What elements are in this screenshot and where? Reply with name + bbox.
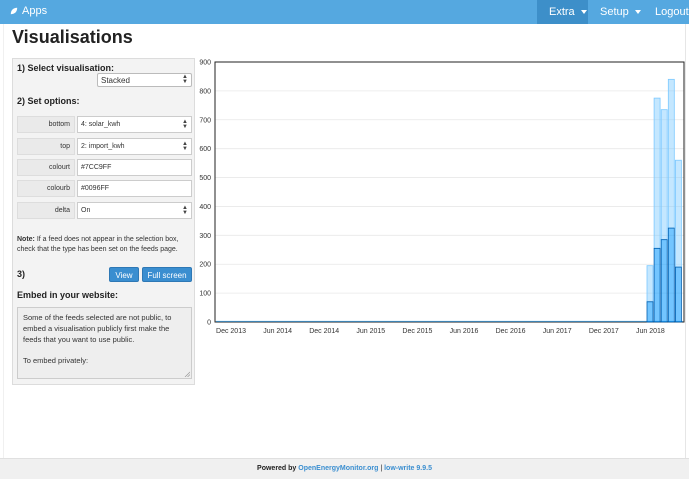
bar-top-segment <box>667 78 675 229</box>
y-tick-label: 800 <box>199 88 211 95</box>
apps-menu[interactable]: Apps <box>10 5 47 17</box>
option-select-bottom[interactable]: 4: solar_kwh ▲ ▼ <box>77 116 192 133</box>
y-tick-label: 300 <box>199 233 211 240</box>
option-row-colourt: colourt #7CC9FF <box>17 159 192 176</box>
y-tick-label: 700 <box>199 117 211 124</box>
x-tick-label: Dec 2014 <box>309 328 339 335</box>
note-text: If a feed does not appear in the selecti… <box>17 236 179 253</box>
embed-title: Embed in your website: <box>17 290 119 300</box>
chevron-down-icon <box>580 10 587 14</box>
option-row-top: top 2: import_kwh ▲ ▼ <box>17 138 192 155</box>
logout-label: Logout <box>655 6 689 18</box>
option-label-colourb: colourb <box>17 180 75 197</box>
option-row-bottom: bottom 4: solar_kwh ▲ ▼ <box>17 116 192 133</box>
setup-label: Setup <box>600 6 629 18</box>
bar-bottom-segment <box>660 239 668 323</box>
bar-top-segment <box>653 97 661 249</box>
options-panel: 1) Select visualisation: Stacked ▲ ▼ 2) S… <box>12 58 195 385</box>
embed-textarea[interactable]: Some of the feeds selected are not publi… <box>17 307 192 379</box>
page-left-border <box>3 24 4 458</box>
logout-menu[interactable]: Logout <box>643 0 689 24</box>
option-row-colourb: colourb #0096FF <box>17 180 192 197</box>
bar-bottom-segment <box>667 227 675 323</box>
full-screen-button[interactable]: Full screen <box>142 267 192 282</box>
bar-bottom-segment <box>653 247 661 323</box>
x-tick-label: Dec 2013 <box>216 328 246 335</box>
y-tick-label: 400 <box>199 204 211 211</box>
footer-powered-by: Powered by <box>257 465 299 472</box>
option-value-bottom: 4: solar_kwh <box>81 121 121 128</box>
footer: Powered by OpenEnergyMonitor.org | low-w… <box>0 458 689 479</box>
option-value-colourb: #0096FF <box>81 185 110 192</box>
apps-label: Apps <box>22 5 48 17</box>
note-label: Note: <box>17 236 35 243</box>
y-tick-label: 600 <box>199 146 211 153</box>
x-tick-label: Jun 2017 <box>543 328 572 335</box>
embed-spacer <box>23 345 186 355</box>
footer-oem-link[interactable]: OpenEnergyMonitor.org <box>298 465 378 472</box>
y-tick-label: 100 <box>199 291 211 298</box>
extra-menu[interactable]: Extra <box>537 0 588 24</box>
embed-text-public: Some of the feeds selected are not publi… <box>23 313 172 344</box>
resize-handle-icon[interactable] <box>184 371 190 377</box>
bar-top-segment <box>646 265 654 303</box>
x-tick-label: Jun 2016 <box>450 328 479 335</box>
x-tick-label: Dec 2017 <box>589 328 619 335</box>
bar-top-segment <box>674 159 682 268</box>
select-arrows-icon: ▲ ▼ <box>182 141 188 152</box>
chart-area[interactable]: 0 100 200 300 400 500 600 700 800 900 Dec 2013 Jun … <box>197 58 686 340</box>
y-tick-label: 500 <box>199 175 211 182</box>
x-tick-label: Jun 2015 <box>356 328 385 335</box>
option-input-colourt[interactable]: #7CC9FF <box>77 159 192 176</box>
option-row-delta: delta On ▲ ▼ <box>17 202 192 219</box>
option-label-top: top <box>17 138 75 155</box>
option-input-colourb[interactable]: #0096FF <box>77 180 192 197</box>
option-value-colourt: #7CC9FF <box>81 164 112 171</box>
chevron-down-icon <box>634 10 641 14</box>
select-arrows-icon: ▲ ▼ <box>182 119 188 130</box>
bar-bottom-segment <box>674 266 682 323</box>
step3-title: 3) <box>17 269 26 279</box>
visualisation-select-value: Stacked <box>101 76 130 85</box>
x-tick-label: Jun 2018 <box>636 328 665 335</box>
x-tick-label: Dec 2015 <box>402 328 432 335</box>
bar-bottom-segment <box>646 301 654 323</box>
select-arrows-icon: ▲ ▼ <box>182 205 188 216</box>
select-arrows-icon: ▲ ▼ <box>182 74 188 85</box>
option-label-delta: delta <box>17 202 75 219</box>
x-tick-label: Dec 2016 <box>496 328 526 335</box>
option-select-top[interactable]: 2: import_kwh ▲ ▼ <box>77 138 192 155</box>
footer-version-link[interactable]: low-write 9.9.5 <box>384 465 432 472</box>
feed-note: Note: If a feed does not appear in the s… <box>17 235 193 255</box>
set-options-title: 2) Set options: <box>17 96 80 106</box>
embed-text-private: To embed privately: <box>23 356 89 365</box>
option-value-top: 2: import_kwh <box>81 143 125 150</box>
y-tick-label: 0 <box>207 320 211 327</box>
top-navbar: Apps Extra Setup Logout <box>0 0 689 24</box>
visualisation-select[interactable]: Stacked ▲ ▼ <box>97 73 192 87</box>
select-visualisation-title: 1) Select visualisation: <box>17 63 115 73</box>
view-button[interactable]: View <box>109 267 139 282</box>
extra-label: Extra <box>549 6 575 18</box>
plot-frame <box>214 61 685 323</box>
option-label-bottom: bottom <box>17 116 75 133</box>
setup-menu[interactable]: Setup <box>588 0 642 24</box>
stacked-bar-chart: 0 100 200 300 400 500 600 700 800 900 Dec 2013 Jun … <box>199 60 685 335</box>
x-tick-label: Jun 2014 <box>263 328 292 335</box>
y-tick-label: 900 <box>199 60 211 67</box>
option-label-colourt: colourt <box>17 159 75 176</box>
page-title: Visualisations <box>12 27 133 47</box>
bar-top-segment <box>660 109 668 241</box>
option-select-delta[interactable]: On ▲ ▼ <box>77 202 192 219</box>
y-tick-label: 200 <box>199 262 211 269</box>
leaf-icon <box>10 7 18 15</box>
option-value-delta: On <box>81 207 91 214</box>
